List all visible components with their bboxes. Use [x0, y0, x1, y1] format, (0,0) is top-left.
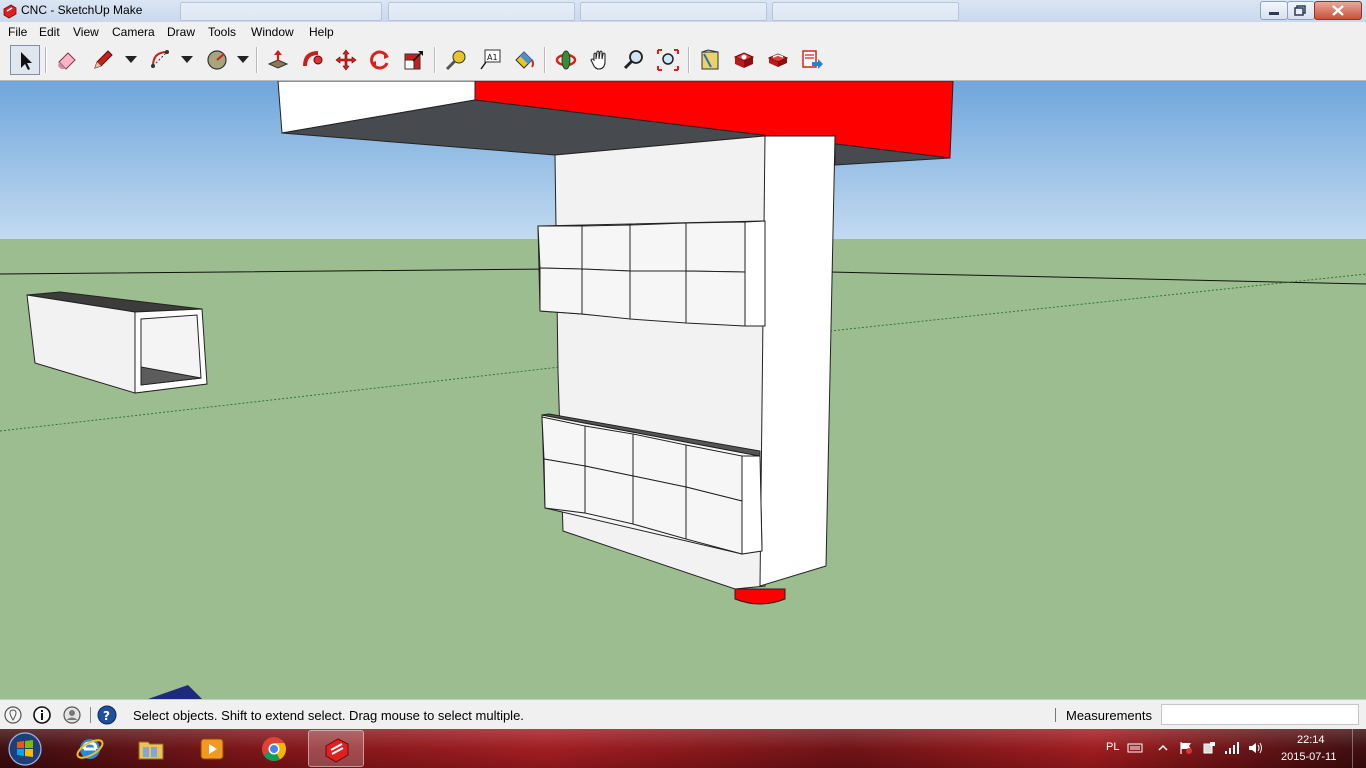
modeling-viewport[interactable] — [0, 81, 1366, 699]
pencil-dropdown-chevron-down-icon[interactable] — [125, 56, 137, 64]
status-bar: ? Select objects. Shift to extend select… — [0, 699, 1366, 730]
svg-text:?: ? — [103, 709, 110, 723]
windows-taskbar: PL 22:14 2015-07-11 — [0, 729, 1366, 768]
scene-canvas[interactable] — [0, 81, 1366, 699]
menu-camera[interactable]: Camera — [112, 25, 155, 39]
menu-view[interactable]: View — [73, 25, 99, 39]
show-hidden-icons-chevron-icon[interactable] — [1155, 741, 1171, 755]
select-arrow-icon — [21, 52, 32, 70]
taskbar-internet-explorer[interactable] — [62, 730, 118, 767]
rotate-tool-button[interactable] — [365, 45, 395, 75]
rotate-icon — [370, 50, 389, 70]
paint-bucket-icon — [515, 51, 534, 69]
clock-time[interactable]: 22:14 — [1297, 734, 1325, 746]
keyboard-icon[interactable] — [1127, 741, 1143, 755]
zoom-extents-tool-button[interactable] — [653, 45, 683, 75]
zoom-magnifier-icon — [623, 50, 643, 70]
3d-warehouse-button[interactable] — [695, 45, 725, 75]
minimize-button[interactable] — [1260, 1, 1288, 20]
scale-icon — [404, 51, 423, 70]
network-signal-icon[interactable] — [1224, 741, 1240, 755]
taskbar-chrome[interactable] — [246, 730, 302, 767]
start-orb-icon[interactable] — [5, 731, 45, 767]
main-toolbar: A1 — [0, 42, 1366, 81]
tape-measure-icon — [445, 50, 466, 71]
scale-tool-button[interactable] — [399, 45, 429, 75]
warehouse-icon — [701, 49, 719, 70]
menu-bar: File Edit View Camera Draw Tools Window … — [0, 22, 1366, 42]
eraser-tool-button[interactable] — [52, 45, 82, 75]
circle-dropdown-chevron-down-icon[interactable] — [237, 56, 249, 64]
circle-icon — [207, 50, 227, 70]
taskbar-windows-explorer[interactable] — [123, 730, 179, 767]
measurements-label: Measurements — [1066, 708, 1152, 723]
menu-edit[interactable]: Edit — [39, 25, 60, 39]
menu-help[interactable]: Help — [309, 25, 334, 39]
volume-speaker-icon[interactable] — [1247, 741, 1263, 755]
folder-icon — [138, 741, 164, 760]
action-center-flag-icon[interactable] — [1178, 741, 1194, 755]
pan-hand-icon — [590, 50, 606, 70]
select-tool-button[interactable] — [10, 45, 40, 75]
credits-info-icon[interactable] — [32, 705, 52, 725]
zoom-extents-icon — [657, 49, 679, 71]
upper-block-grid[interactable] — [537, 220, 766, 327]
input-language[interactable]: PL — [1106, 741, 1119, 753]
pan-tool-button[interactable] — [585, 45, 615, 75]
menu-draw[interactable]: Draw — [167, 25, 195, 39]
background-window-tabs — [180, 2, 960, 21]
pencil-icon — [94, 50, 113, 69]
eraser-icon — [58, 52, 76, 70]
menu-file[interactable]: File — [8, 25, 27, 39]
extension-warehouse-button[interactable] — [763, 45, 793, 75]
taskbar-media-player[interactable] — [184, 730, 240, 767]
circle-tool-button[interactable] — [202, 45, 232, 75]
maximize-button[interactable] — [1287, 1, 1315, 20]
move-tool-button[interactable] — [331, 45, 361, 75]
user-account-icon[interactable] — [62, 705, 82, 725]
status-message: Select objects. Shift to extend select. … — [133, 708, 524, 723]
orbit-tool-button[interactable] — [551, 45, 581, 75]
zoom-tool-button[interactable] — [619, 45, 649, 75]
internet-explorer-icon — [76, 739, 104, 759]
paint-bucket-tool-button[interactable] — [509, 45, 539, 75]
move-icon — [335, 49, 357, 71]
menu-tools[interactable]: Tools — [208, 25, 236, 39]
sketchup-app-icon — [3, 4, 17, 19]
extension-warehouse-icon — [767, 53, 789, 67]
usb-device-icon[interactable] — [1201, 741, 1217, 755]
push-pull-tool-button[interactable] — [263, 45, 293, 75]
tape-measure-tool-button[interactable] — [441, 45, 471, 75]
help-icon[interactable]: ? — [97, 705, 117, 725]
share-model-icon — [802, 50, 823, 69]
divider — [1055, 708, 1056, 722]
menu-window[interactable]: Window — [251, 25, 294, 39]
orbit-icon — [555, 50, 577, 70]
chrome-icon — [262, 737, 287, 762]
show-desktop-button[interactable] — [1352, 729, 1366, 768]
arc-icon — [151, 50, 169, 68]
arc-dropdown-chevron-down-icon[interactable] — [181, 56, 193, 64]
window-title: CNC - SketchUp Make — [21, 3, 143, 17]
clock-date[interactable]: 2015-07-11 — [1281, 751, 1336, 763]
taskbar-sketchup[interactable] — [308, 730, 364, 767]
arc-tool-button[interactable] — [146, 45, 176, 75]
follow-me-icon — [303, 51, 323, 67]
sketchup-icon — [325, 738, 349, 763]
title-bar: CNC - SketchUp Make — [0, 0, 1366, 23]
text-tool-button[interactable]: A1 — [475, 45, 505, 75]
close-button[interactable] — [1314, 1, 1362, 20]
svg-text:A1: A1 — [487, 53, 498, 62]
media-player-icon — [200, 738, 224, 760]
text-label-icon: A1 — [480, 49, 501, 70]
components-button[interactable] — [729, 45, 759, 75]
follow-me-tool-button[interactable] — [297, 45, 327, 75]
pencil-tool-button[interactable] — [88, 45, 118, 75]
share-model-button[interactable] — [797, 45, 827, 75]
components-icon — [733, 52, 755, 68]
geo-location-icon[interactable] — [3, 705, 23, 725]
measurements-input[interactable] — [1161, 704, 1359, 725]
push-pull-icon — [267, 50, 289, 69]
